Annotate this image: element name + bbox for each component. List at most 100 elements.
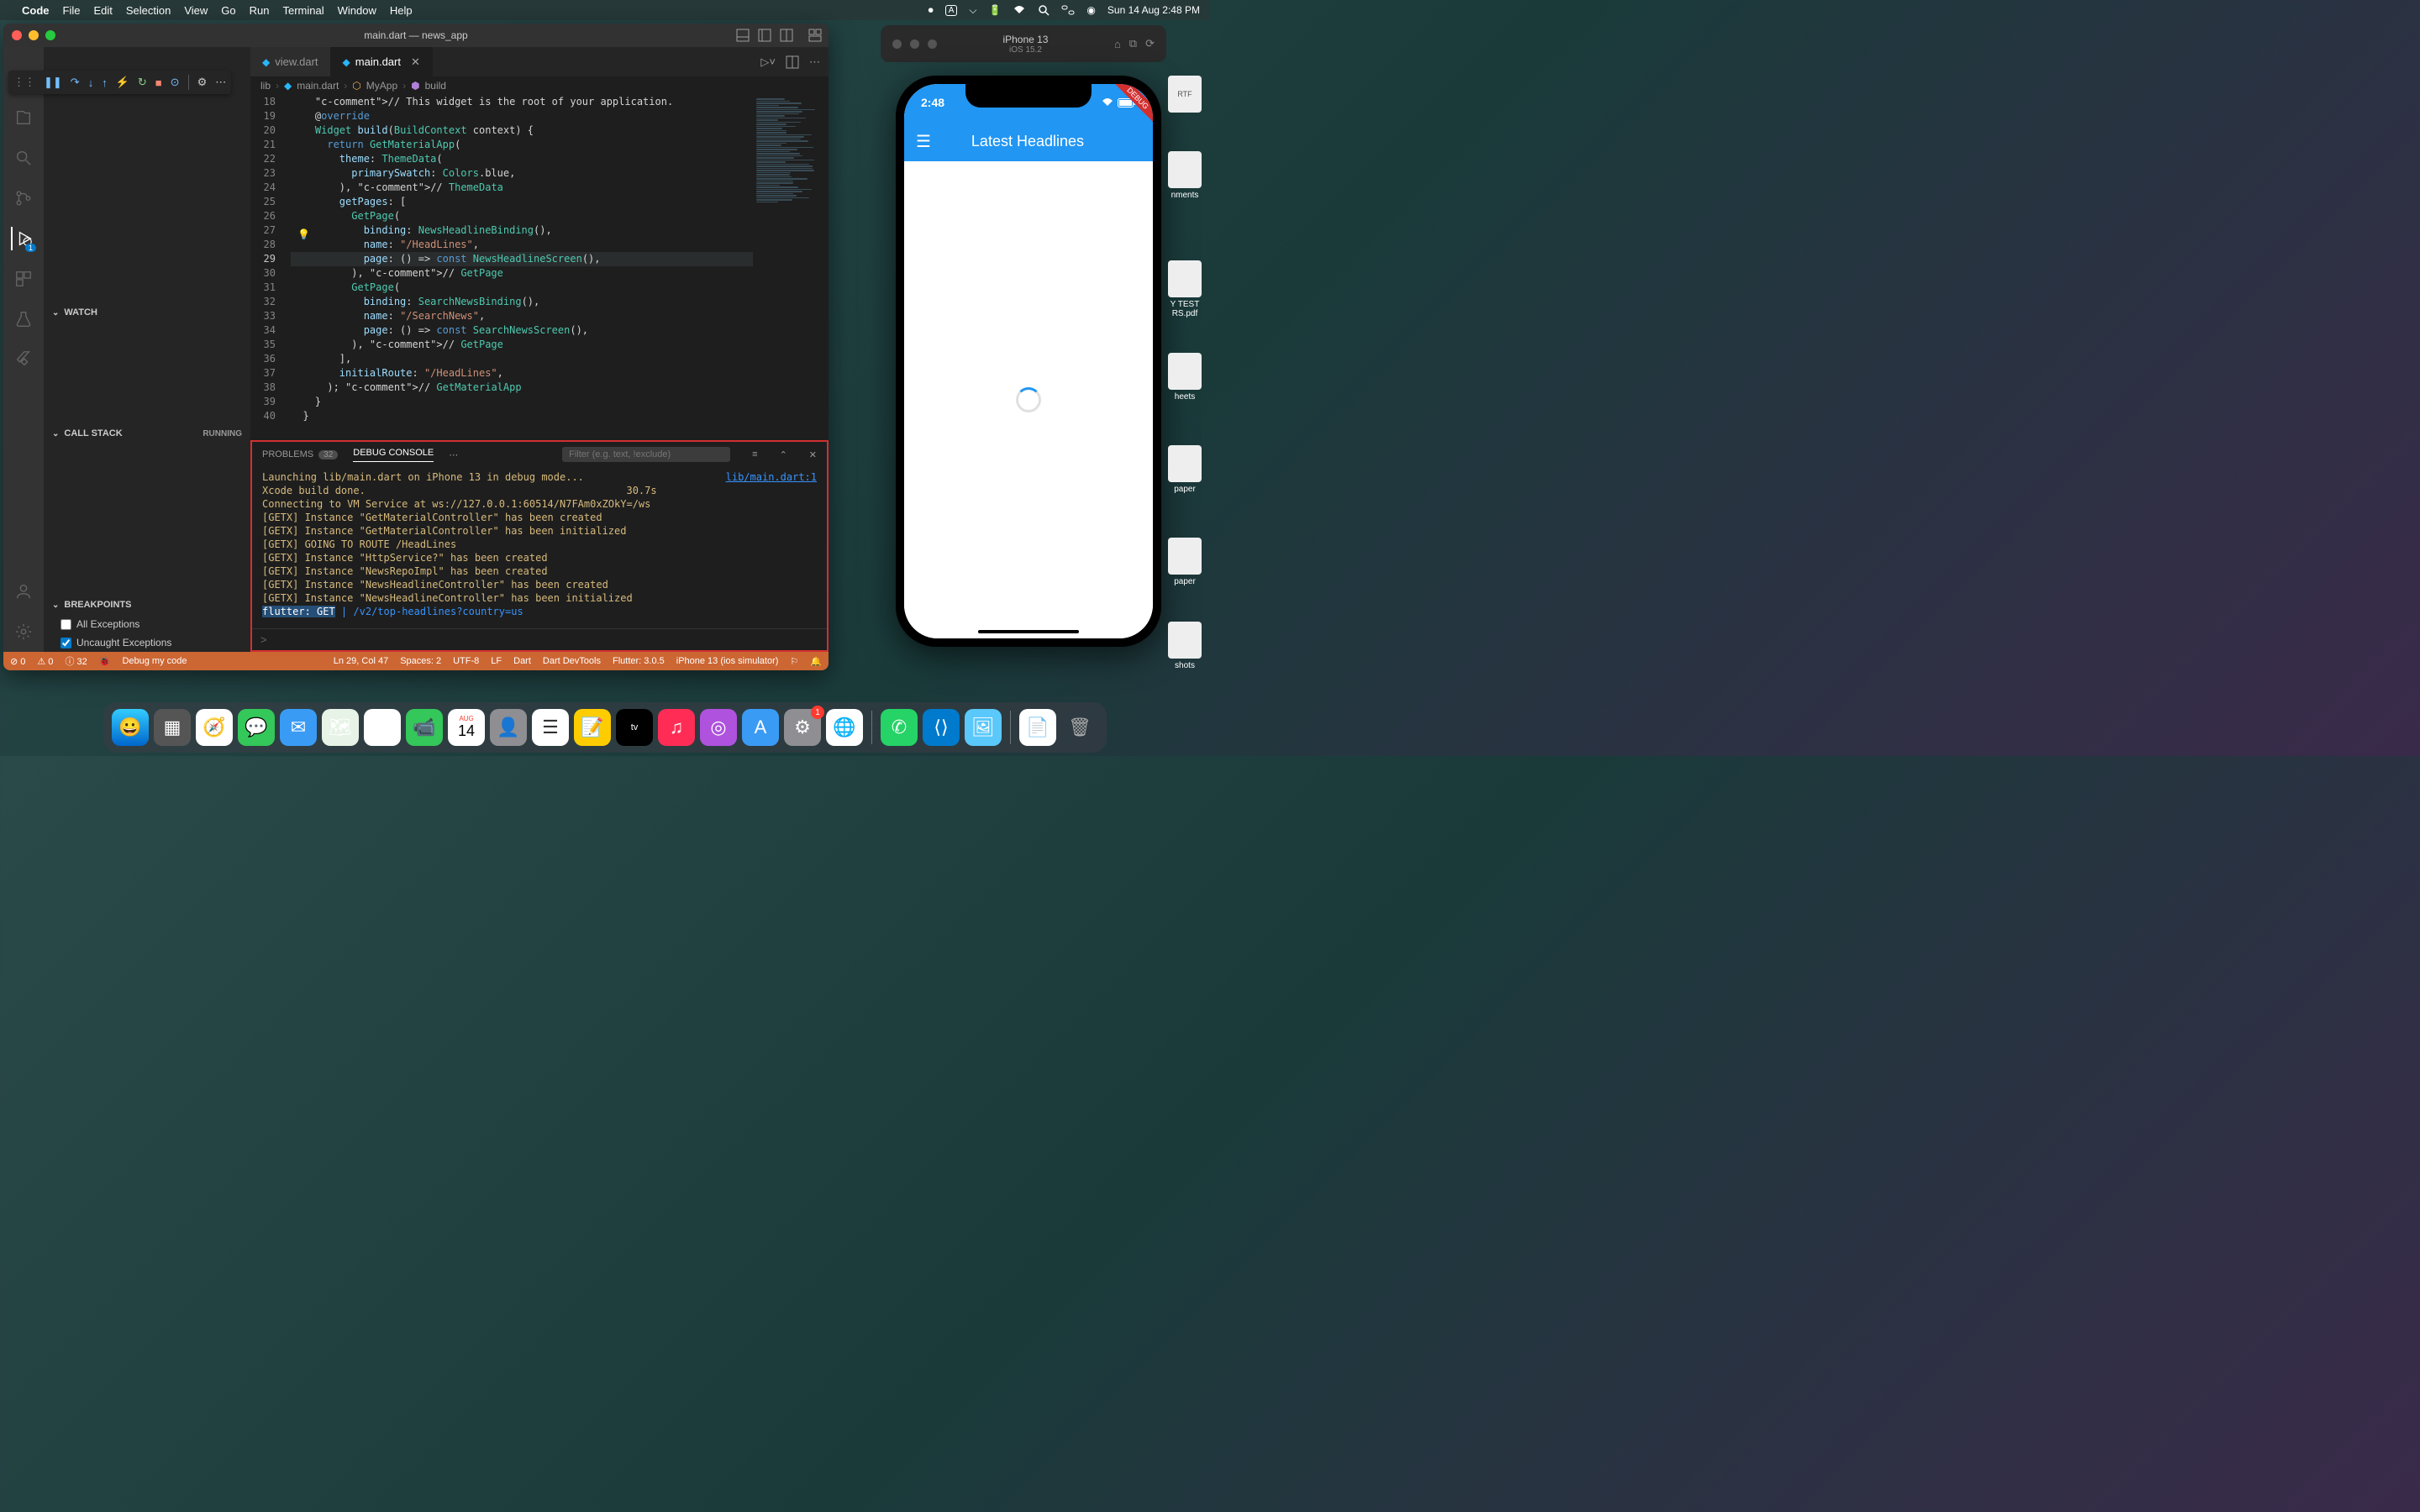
- status-info[interactable]: ⓘ 32: [65, 654, 87, 668]
- step-over-button[interactable]: ↷: [71, 76, 80, 89]
- trash-icon[interactable]: 🗑: [1061, 709, 1098, 746]
- status-warnings[interactable]: ⚠ 0: [37, 656, 53, 667]
- preview-icon[interactable]: 🖼: [965, 709, 1002, 746]
- podcasts-icon[interactable]: ◎: [700, 709, 737, 746]
- status-encoding[interactable]: UTF-8: [453, 656, 479, 666]
- desktop-file[interactable]: RTF: [1163, 76, 1207, 115]
- console-output[interactable]: Launching lib/main.dart on iPhone 13 in …: [252, 467, 827, 628]
- more-icon[interactable]: ⋯: [809, 55, 820, 69]
- desktop-file[interactable]: paper: [1163, 538, 1207, 586]
- chrome-icon[interactable]: 🌐: [826, 709, 863, 746]
- sim-close-button[interactable]: [892, 39, 902, 49]
- clear-filter-icon[interactable]: ≡: [752, 449, 757, 459]
- vscode-icon[interactable]: ⟨⟩: [923, 709, 960, 746]
- feedback-icon[interactable]: ⚐: [790, 656, 798, 667]
- bp-uncaught-checkbox[interactable]: [60, 638, 71, 648]
- home-indicator[interactable]: [978, 630, 1079, 633]
- desktop-file[interactable]: heets: [1163, 353, 1207, 402]
- launchpad-icon[interactable]: ▦: [154, 709, 191, 746]
- desktop-file[interactable]: shots: [1163, 622, 1207, 670]
- test-icon[interactable]: [12, 307, 35, 331]
- reminders-icon[interactable]: ☰: [532, 709, 569, 746]
- status-devtools[interactable]: Dart DevTools: [543, 656, 601, 666]
- sim-home-icon[interactable]: ⌂: [1114, 38, 1121, 50]
- layout-panel-icon[interactable]: [736, 29, 750, 42]
- status-eol[interactable]: LF: [491, 656, 502, 666]
- input-icon[interactable]: A: [945, 5, 958, 16]
- menu-terminal[interactable]: Terminal: [283, 4, 324, 17]
- mail-icon[interactable]: ✉: [280, 709, 317, 746]
- bc-file[interactable]: main.dart: [297, 80, 339, 92]
- status-errors[interactable]: ⊘ 0: [10, 656, 25, 667]
- grip-icon[interactable]: ⋮⋮: [13, 76, 35, 89]
- minimap[interactable]: [753, 95, 829, 440]
- menu-run[interactable]: Run: [250, 4, 270, 17]
- layout-split-icon[interactable]: [780, 29, 793, 42]
- code-content[interactable]: "c-comment">// This widget is the root o…: [291, 95, 753, 440]
- menu-edit[interactable]: Edit: [93, 4, 112, 17]
- bp-all-exceptions[interactable]: All Exceptions: [44, 615, 250, 633]
- tab-view-dart[interactable]: ◆view.dart: [250, 47, 331, 76]
- hamburger-icon[interactable]: ☰: [916, 131, 931, 152]
- step-out-button[interactable]: ↑: [102, 76, 108, 89]
- bc-class[interactable]: MyApp: [366, 80, 397, 92]
- bell-icon[interactable]: 🔔: [810, 656, 822, 667]
- bc-lib[interactable]: lib: [260, 80, 271, 92]
- inspector-button[interactable]: ⊙: [171, 76, 180, 89]
- more-tabs-icon[interactable]: ⋯: [449, 449, 458, 460]
- menu-go[interactable]: Go: [221, 4, 235, 17]
- finder-icon[interactable]: 😀: [112, 709, 149, 746]
- status-debug-config[interactable]: Debug my code: [122, 656, 187, 666]
- close-icon[interactable]: ✕: [411, 55, 420, 69]
- stop-button[interactable]: ■: [155, 76, 162, 89]
- split-editor-icon[interactable]: [786, 55, 799, 69]
- problems-tab[interactable]: PROBLEMS32: [262, 449, 338, 459]
- menu-window[interactable]: Window: [338, 4, 376, 17]
- record-icon[interactable]: ⏺: [929, 4, 934, 17]
- breakpoints-header[interactable]: ⌄BREAKPOINTS: [44, 595, 250, 615]
- hot-reload-button[interactable]: ⚡: [116, 76, 129, 89]
- status-device[interactable]: iPhone 13 (ios simulator): [676, 656, 779, 666]
- sim-rotate-icon[interactable]: ⟳: [1145, 37, 1155, 50]
- contacts-icon[interactable]: 👤: [490, 709, 527, 746]
- settings-icon[interactable]: ⚙1: [784, 709, 821, 746]
- search-icon[interactable]: [1038, 4, 1050, 16]
- pause-button[interactable]: ❚❚: [44, 76, 62, 89]
- close-panel-icon[interactable]: ✕: [809, 449, 817, 460]
- step-into-button[interactable]: ↓: [88, 76, 94, 89]
- textedit-icon[interactable]: 📄: [1019, 709, 1056, 746]
- sim-minimize-button[interactable]: [910, 39, 919, 49]
- music-icon[interactable]: ♫: [658, 709, 695, 746]
- status-cursor[interactable]: Ln 29, Col 47: [334, 656, 388, 666]
- tab-main-dart[interactable]: ◆main.dart✕: [331, 47, 433, 76]
- layout-sidebar-icon[interactable]: [758, 29, 771, 42]
- desktop-file[interactable]: Y TEST RS.pdf: [1163, 260, 1207, 318]
- debug-more-icon[interactable]: ⋯: [215, 76, 226, 89]
- maps-icon[interactable]: 🗺: [322, 709, 359, 746]
- bp-all-checkbox[interactable]: [60, 619, 71, 630]
- bc-method[interactable]: build: [425, 80, 446, 92]
- tv-icon[interactable]: tv: [616, 709, 653, 746]
- filter-input[interactable]: [562, 447, 730, 462]
- scm-icon[interactable]: [12, 186, 35, 210]
- status-language[interactable]: Dart: [513, 656, 531, 666]
- status-flutter[interactable]: Flutter: 3.0.5: [613, 656, 665, 666]
- iphone-body[interactable]: [904, 161, 1153, 638]
- battery-icon[interactable]: 🔋: [988, 4, 1001, 16]
- wifi-icon[interactable]: [1013, 5, 1026, 15]
- flutter-icon[interactable]: [12, 348, 35, 371]
- callstack-header[interactable]: ⌄CALL STACKRunning: [44, 423, 250, 444]
- desktop-file[interactable]: nments: [1163, 151, 1207, 200]
- notes-icon[interactable]: 📝: [574, 709, 611, 746]
- bp-uncaught-exceptions[interactable]: Uncaught Exceptions: [44, 633, 250, 652]
- appstore-icon[interactable]: A: [742, 709, 779, 746]
- settings-icon[interactable]: [12, 620, 35, 643]
- extensions-icon[interactable]: [12, 267, 35, 291]
- lightbulb-icon[interactable]: 💡: [297, 228, 310, 242]
- explorer-icon[interactable]: [12, 106, 35, 129]
- menu-selection[interactable]: Selection: [126, 4, 171, 17]
- collapse-icon[interactable]: ⌃: [780, 449, 787, 460]
- menu-view[interactable]: View: [184, 4, 208, 17]
- watch-header[interactable]: ⌄WATCH: [44, 302, 250, 323]
- console-input[interactable]: >: [252, 628, 827, 650]
